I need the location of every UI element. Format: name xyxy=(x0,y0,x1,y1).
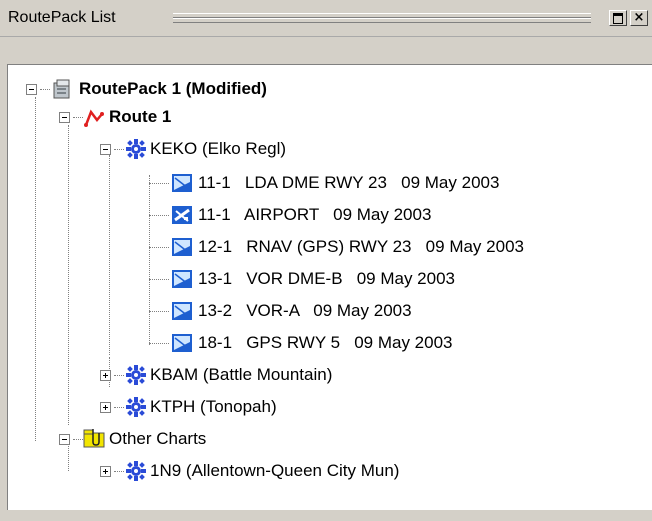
chart-item[interactable]: 12-1 RNAV (GPS) RWY 23 09 May 2003 xyxy=(198,237,524,257)
airport-icon xyxy=(126,397,146,417)
chart-item[interactable]: 11-1 LDA DME RWY 23 09 May 2003 xyxy=(198,173,499,193)
panel-title: RoutePack List xyxy=(8,9,116,26)
panel-titlebar[interactable]: RoutePack List × xyxy=(0,0,652,37)
routepack-icon xyxy=(53,79,70,99)
expander-kbam[interactable] xyxy=(100,370,111,381)
routepack-list-panel: RoutePack List × RoutePack 1 (Modified) … xyxy=(0,0,652,521)
expander-other-charts[interactable] xyxy=(59,434,70,445)
expander-keko[interactable] xyxy=(100,144,111,155)
airport-label-1n9[interactable]: 1N9 (Allentown-Queen City Mun) xyxy=(150,461,399,481)
drag-grip[interactable] xyxy=(173,13,591,23)
approach-chart-icon xyxy=(172,238,192,256)
airport-label-keko[interactable]: KEKO (Elko Regl) xyxy=(150,139,286,159)
expander-1n9[interactable] xyxy=(100,466,111,477)
expander-ktph[interactable] xyxy=(100,402,111,413)
route-icon xyxy=(84,109,104,127)
airport-icon xyxy=(126,365,146,385)
airport-label-kbam[interactable]: KBAM (Battle Mountain) xyxy=(150,365,332,385)
chart-item[interactable]: 18-1 GPS RWY 5 09 May 2003 xyxy=(198,333,453,353)
chart-item[interactable]: 13-1 VOR DME-B 09 May 2003 xyxy=(198,269,455,289)
maximize-button[interactable] xyxy=(609,10,627,26)
airport-label-ktph[interactable]: KTPH (Tonopah) xyxy=(150,397,277,417)
approach-chart-icon xyxy=(172,334,192,352)
close-button[interactable]: × xyxy=(630,10,648,26)
routepack-label[interactable]: RoutePack 1 (Modified) xyxy=(79,79,267,99)
route-label[interactable]: Route 1 xyxy=(109,107,171,127)
approach-chart-icon xyxy=(172,270,192,288)
airport-icon xyxy=(126,461,146,481)
approach-chart-icon xyxy=(172,174,192,192)
airport-diagram-icon xyxy=(172,206,192,224)
chart-item[interactable]: 13-2 VOR-A 09 May 2003 xyxy=(198,301,412,321)
expander-route[interactable] xyxy=(59,112,70,123)
approach-chart-icon xyxy=(172,302,192,320)
airport-icon xyxy=(126,139,146,159)
expander-routepack[interactable] xyxy=(26,84,37,95)
other-charts-label[interactable]: Other Charts xyxy=(109,429,206,449)
chart-item[interactable]: 11-1 AIRPORT 09 May 2003 xyxy=(198,205,431,225)
routepack-tree[interactable]: RoutePack 1 (Modified) Route 1 KEKO (Elk… xyxy=(7,64,652,510)
folder-clip-icon xyxy=(83,429,105,448)
